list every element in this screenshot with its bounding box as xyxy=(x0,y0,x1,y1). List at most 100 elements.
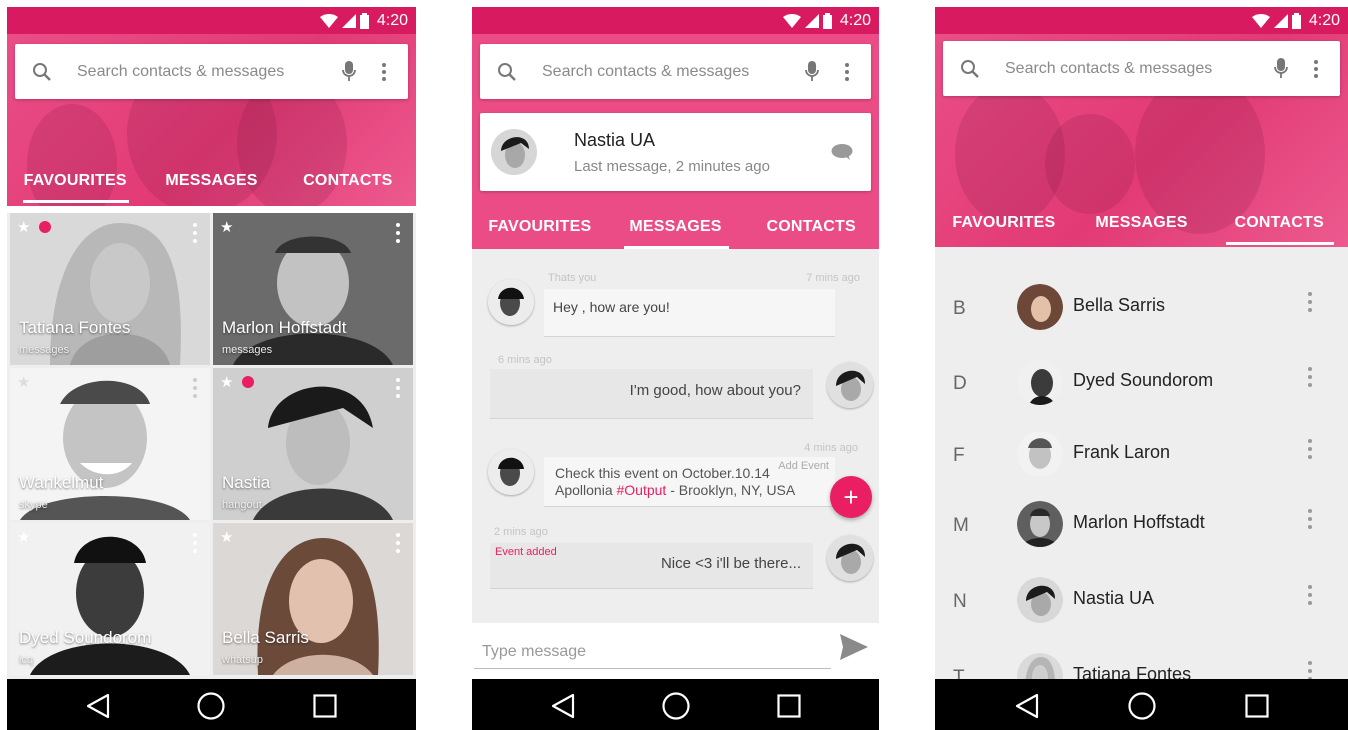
home-circle-icon[interactable] xyxy=(191,686,231,726)
home-circle-icon[interactable] xyxy=(1122,686,1162,726)
favourite-name: Wankelmut xyxy=(19,473,104,492)
conversation-header-card[interactable]: Nastia UA Last message, 2 minutes ago xyxy=(480,113,871,191)
favourite-name: Dyed Soundorom xyxy=(19,628,152,647)
home-circle-icon[interactable] xyxy=(656,686,696,726)
contact-row[interactable]: B Bella Sarris xyxy=(935,278,1348,338)
more-vertical-icon[interactable] xyxy=(1308,661,1312,679)
add-event-fab[interactable]: + xyxy=(830,476,872,518)
back-triangle-icon[interactable] xyxy=(543,686,583,726)
search-input[interactable]: Search contacts & messages xyxy=(1005,60,1268,78)
star-icon[interactable]: ★ xyxy=(17,218,30,236)
star-icon[interactable]: ★ xyxy=(220,218,233,236)
search-input[interactable]: Search contacts & messages xyxy=(542,63,799,81)
event-text-line-1: Check this event on October.10.14 xyxy=(555,465,770,481)
microphone-icon[interactable] xyxy=(336,59,362,85)
recents-square-icon[interactable] xyxy=(305,686,345,726)
contact-avatar xyxy=(827,535,873,581)
star-icon[interactable]: ★ xyxy=(17,528,30,546)
status-bar: 4:20 xyxy=(935,7,1348,34)
phone-messages-screen: 4:20 Search contacts & messages Nastia U… xyxy=(472,7,879,730)
star-icon[interactable]: ★ xyxy=(17,373,30,391)
favourite-card[interactable]: ★ Wankelmut skype xyxy=(10,368,210,520)
tab-contacts[interactable]: CONTACTS xyxy=(743,205,879,249)
more-vertical-icon[interactable] xyxy=(1308,585,1312,609)
contact-avatar xyxy=(1017,577,1063,623)
signal-icon xyxy=(804,14,819,28)
message-bubble[interactable]: I'm good, how about you? xyxy=(490,369,813,419)
recents-square-icon[interactable] xyxy=(769,686,809,726)
microphone-icon[interactable] xyxy=(799,59,825,85)
message-text: Nice <3 i'll be there... xyxy=(660,555,801,572)
more-vertical-icon[interactable] xyxy=(396,378,401,402)
send-icon[interactable] xyxy=(839,633,869,666)
tab-favourites[interactable]: FAVOURITES xyxy=(935,201,1073,245)
chat-bubble-icon[interactable] xyxy=(831,143,853,166)
message-bubble[interactable]: Hey , how are you! xyxy=(544,289,835,337)
more-vertical-icon[interactable] xyxy=(193,533,198,557)
favourite-channel: hangout xyxy=(222,499,262,511)
tab-messages[interactable]: MESSAGES xyxy=(143,159,279,203)
more-vertical-icon[interactable] xyxy=(1308,367,1312,391)
status-bar: 4:20 xyxy=(7,7,416,34)
signal-icon xyxy=(341,14,356,28)
star-icon[interactable]: ★ xyxy=(220,373,233,391)
phone-contacts-screen: 4:20 Search contacts & messages FAVOURIT… xyxy=(935,7,1348,730)
more-vertical-icon[interactable] xyxy=(1308,509,1312,533)
more-vertical-icon[interactable] xyxy=(1308,292,1312,316)
more-vertical-icon[interactable] xyxy=(837,59,857,85)
microphone-icon[interactable] xyxy=(1268,56,1294,82)
event-message-bubble[interactable]: Add Event Check this event on October.10… xyxy=(544,457,835,507)
search-bar[interactable]: Search contacts & messages xyxy=(480,44,871,99)
more-vertical-icon[interactable] xyxy=(193,378,198,402)
tab-contacts[interactable]: CONTACTS xyxy=(280,159,416,203)
my-avatar xyxy=(488,279,534,325)
navigation-bar xyxy=(472,679,879,730)
favourites-grid: ★ Tatiana Fontes messages ★ Marlon Hoffs… xyxy=(10,213,413,675)
more-vertical-icon[interactable] xyxy=(374,59,394,85)
search-input[interactable]: Search contacts & messages xyxy=(77,63,336,81)
contact-row[interactable]: N Nastia UA xyxy=(935,571,1348,631)
tab-messages[interactable]: MESSAGES xyxy=(608,205,744,249)
search-icon[interactable] xyxy=(957,56,983,82)
search-icon[interactable] xyxy=(494,59,520,85)
favourite-card[interactable]: ★ Tatiana Fontes messages xyxy=(10,213,210,365)
online-status-dot xyxy=(39,221,51,233)
section-letter: M xyxy=(953,515,969,536)
section-letter: B xyxy=(953,298,966,319)
search-icon[interactable] xyxy=(29,59,55,85)
last-message-time: Last message, 2 minutes ago xyxy=(574,158,770,175)
more-vertical-icon[interactable] xyxy=(193,223,198,247)
search-bar[interactable]: Search contacts & messages xyxy=(943,41,1340,96)
contact-name: Nastia UA xyxy=(574,130,656,150)
favourite-card[interactable]: ★ Marlon Hoffstadt messages xyxy=(213,213,413,365)
hashtag-link[interactable]: #Output xyxy=(617,482,667,498)
message-time: 7 mins ago xyxy=(806,272,860,284)
navigation-bar xyxy=(7,679,416,730)
contact-row[interactable]: D Dyed Soundorom xyxy=(935,353,1348,413)
more-vertical-icon[interactable] xyxy=(396,223,401,247)
back-triangle-icon[interactable] xyxy=(1007,686,1047,726)
recents-square-icon[interactable] xyxy=(1237,686,1277,726)
more-vertical-icon[interactable] xyxy=(1306,56,1326,82)
more-vertical-icon[interactable] xyxy=(396,533,401,557)
star-icon[interactable]: ★ xyxy=(220,528,233,546)
more-vertical-icon[interactable] xyxy=(1308,439,1312,463)
favourite-card[interactable]: ★ Bella Sarris whatsup xyxy=(213,523,413,675)
contact-row[interactable]: M Marlon Hoffstadt xyxy=(935,495,1348,555)
contact-row[interactable]: T Tatiana Fontes xyxy=(935,647,1348,679)
message-text: I'm good, how about you? xyxy=(629,382,801,399)
section-letter: F xyxy=(953,445,965,466)
tab-favourites[interactable]: FAVOURITES xyxy=(7,159,143,203)
contact-avatar xyxy=(1017,501,1063,547)
message-bubble[interactable]: Event added Nice <3 i'll be there... xyxy=(490,543,813,589)
back-triangle-icon[interactable] xyxy=(78,686,118,726)
tab-favourites[interactable]: FAVOURITES xyxy=(472,205,608,249)
tab-messages[interactable]: MESSAGES xyxy=(1073,201,1211,245)
favourite-card[interactable]: ★ Dyed Soundorom icq xyxy=(10,523,210,675)
favourite-card[interactable]: ★ Nastia hangout xyxy=(213,368,413,520)
message-input[interactable]: Type message xyxy=(474,635,831,669)
contact-avatar xyxy=(1017,653,1063,679)
tab-contacts[interactable]: CONTACTS xyxy=(1210,201,1348,245)
contact-row[interactable]: F Frank Laron xyxy=(935,425,1348,485)
search-bar[interactable]: Search contacts & messages xyxy=(15,44,408,99)
